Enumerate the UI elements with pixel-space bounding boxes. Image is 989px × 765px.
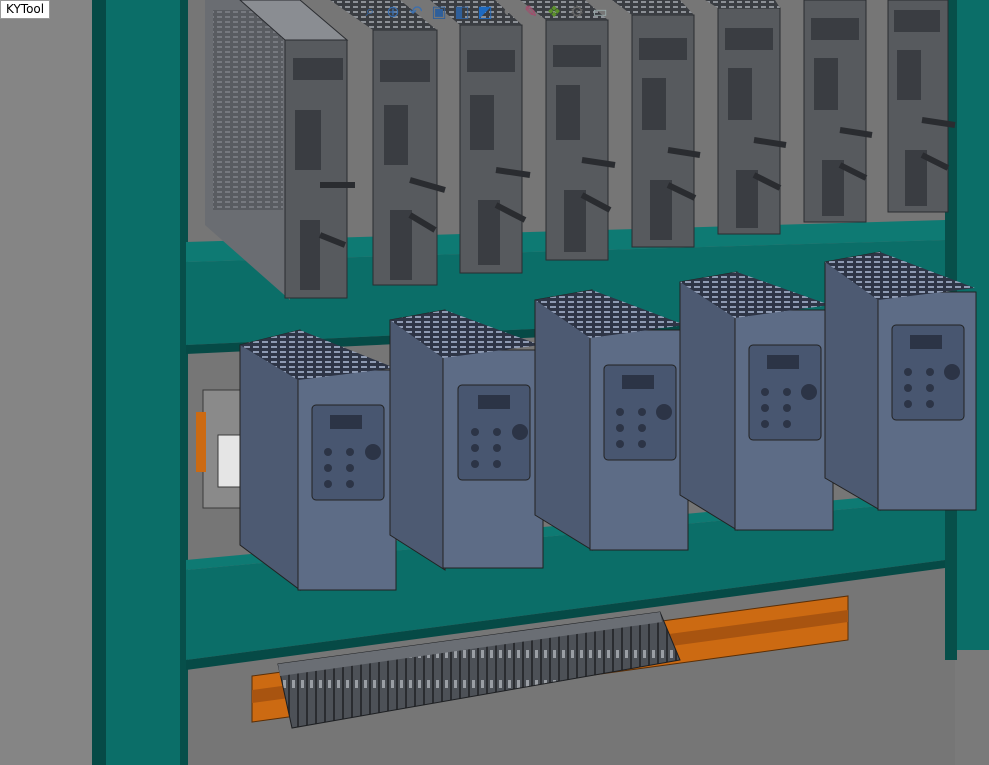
tooltip-kytool: KYTool xyxy=(0,0,51,19)
cad-3d-viewport[interactable] xyxy=(0,0,989,765)
zoom-area-icon[interactable]: ⊕ xyxy=(383,2,403,22)
edit-appearance-icon[interactable]: ✎ xyxy=(521,2,541,22)
apply-scene-icon[interactable]: ❖ xyxy=(544,2,564,22)
vfd-inverter xyxy=(239,329,397,591)
display-style-icon[interactable]: ◩ xyxy=(475,2,495,22)
cabinet-left-upright xyxy=(92,0,188,765)
zoom-fit-icon[interactable]: ⌕ xyxy=(360,2,380,22)
heads-up-view-toolbar: ⌕ ⊕ ↶ ▣ ◧ ◩ ◐ ✎ ❖ ⚙ ▭ xyxy=(360,0,610,24)
display-pane-icon[interactable]: ▭ xyxy=(590,2,610,22)
previous-view-icon[interactable]: ↶ xyxy=(406,2,426,22)
servo-drive xyxy=(803,0,873,223)
vfd-inverter xyxy=(679,271,834,531)
view-orientation-icon[interactable]: ◧ xyxy=(452,2,472,22)
servo-drive xyxy=(887,0,956,213)
section-view-icon[interactable]: ▣ xyxy=(429,2,449,22)
view-settings-icon[interactable]: ⚙ xyxy=(567,2,587,22)
hide-show-icon[interactable]: ◐ xyxy=(498,2,518,22)
